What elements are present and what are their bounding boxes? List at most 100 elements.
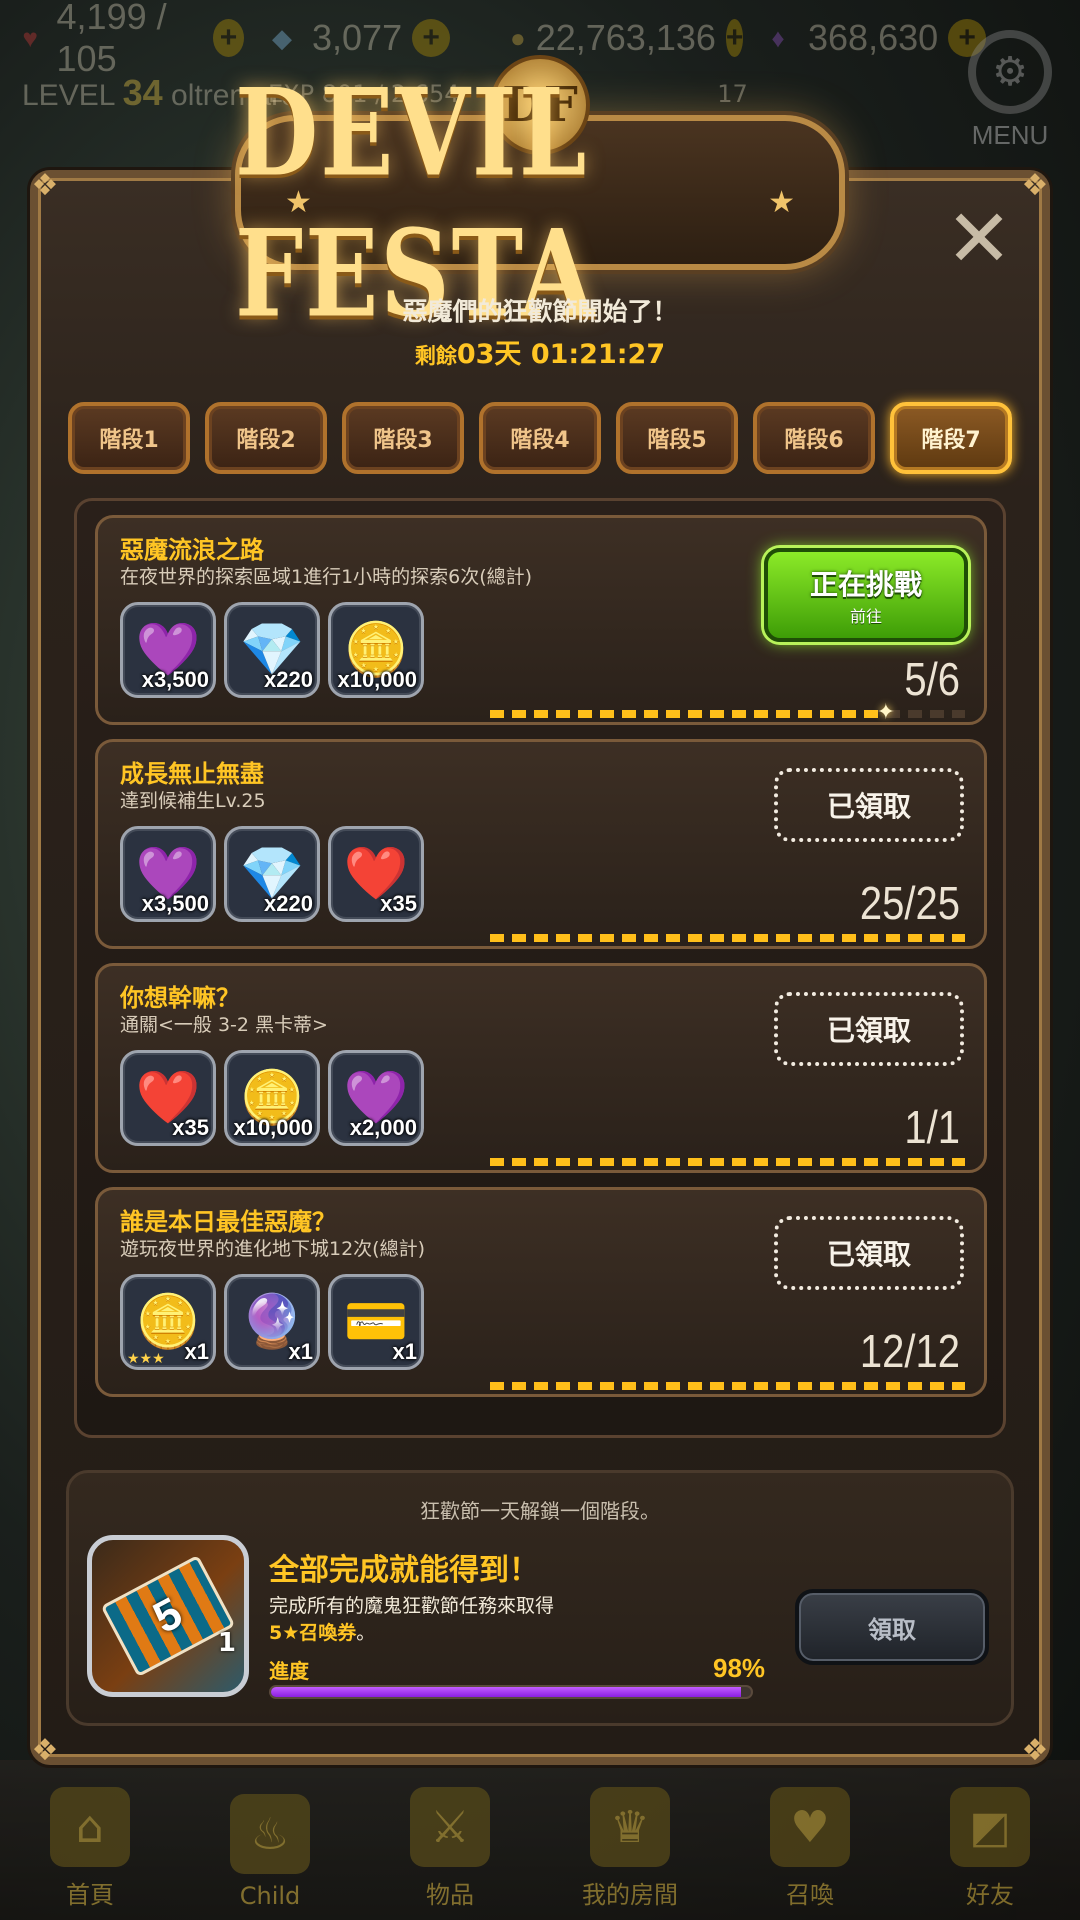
go-label: 前往 <box>849 607 882 626</box>
claim-label: 領取 <box>868 1615 916 1644</box>
stage-tab-3[interactable]: 階段3 <box>342 402 464 474</box>
gold-icon: ● <box>510 22 526 53</box>
nav-label: 我的房間 <box>582 1881 678 1909</box>
mission-card: 成長無止無盡 達到候補生Lv.25 💜 x3,500 💎 x220 ❤️ x35… <box>95 739 987 949</box>
mission-progress-count: 1/1 <box>904 1102 960 1154</box>
reward-slot[interactable]: 💎 x220 <box>224 826 320 922</box>
completion-desc-tail: 。 <box>356 1621 376 1644</box>
gold-counter[interactable]: ● 22,763,136 + <box>510 17 744 59</box>
nav-item-crown[interactable]: ♛ 我的房間 <box>540 1760 720 1920</box>
reward-slot[interactable]: 🪙 ★★★ x1 <box>120 1274 216 1370</box>
nav-label: 物品 <box>426 1881 474 1909</box>
reward-quantity: x1 <box>184 1339 209 1364</box>
heart-icon: ♥ <box>22 22 38 53</box>
nav-label: 好友 <box>966 1881 1014 1909</box>
nav-item-summon-bottle[interactable]: ♥ 召喚 <box>720 1760 900 1920</box>
add-crystal-icon[interactable]: + <box>412 19 451 57</box>
reward-slot[interactable]: 🪙 x10,000 <box>328 602 424 698</box>
completion-progress-fill <box>271 1687 742 1697</box>
flame-icon: ♨ <box>230 1794 310 1874</box>
reward-slot[interactable]: 💜 x3,500 <box>120 602 216 698</box>
completion-reward-box: 狂歡節一天解鎖一個階段。 5 1 全部完成就能得到！ 完成所有的魔鬼狂歡節任務來… <box>66 1470 1014 1726</box>
reward-quantity: x3,500 <box>141 667 209 692</box>
five-star-ticket-icon: 5 <box>100 1554 236 1678</box>
stage-tab-2[interactable]: 階段2 <box>205 402 327 474</box>
mission-description: 通關<一般 3-2 黑卡蒂> <box>120 1014 328 1036</box>
mission-progress-bar <box>490 934 965 942</box>
mission-card: 誰是本日最佳惡魔？ 遊玩夜世界的進化地下城12次(總計) 🪙 ★★★ x1 🔮 … <box>95 1187 987 1397</box>
home-icon: ⌂ <box>50 1787 130 1867</box>
reward-slot[interactable]: 🪙 x10,000 <box>224 1050 320 1146</box>
progress-percent: 98% <box>713 1653 766 1683</box>
reward-slot[interactable]: 💳 x1 <box>328 1274 424 1370</box>
claim-button[interactable]: 領取 <box>795 1589 989 1665</box>
mission-title: 你想幹嘛？ <box>120 984 240 1012</box>
reward-quantity: x1 <box>392 1339 417 1364</box>
reward-slot[interactable]: ❤️ x35 <box>120 1050 216 1146</box>
unlock-note: 狂歡節一天解鎖一個階段。 <box>420 1499 660 1523</box>
progress-fill <box>490 710 886 718</box>
mission-progress-count: 12/12 <box>859 1326 960 1378</box>
progress-spark-icon: ✦ <box>876 700 896 725</box>
stage-tab-4[interactable]: 階段4 <box>479 402 601 474</box>
completion-title: 全部完成就能得到！ <box>269 1553 539 1588</box>
crystal-counter[interactable]: ◆ 3,077 + <box>262 17 492 59</box>
stage-tab-6[interactable]: 階段6 <box>753 402 875 474</box>
mission-card: 你想幹嘛？ 通關<一般 3-2 黑卡蒂> ❤️ x35 🪙 x10,000 💜 … <box>95 963 987 1173</box>
mission-card: 惡魔流浪之路 在夜世界的探索區域1進行1小時的探索6次(總計) 💜 x3,500… <box>95 515 987 725</box>
wrench-icon: ⚙ <box>968 30 1052 114</box>
progress-fill <box>490 1382 965 1390</box>
reward-quantity: x2,000 <box>349 1115 417 1140</box>
mission-rewards: 💜 x3,500 💎 x220 🪙 x10,000 <box>120 602 424 698</box>
menu-button[interactable]: ⚙ MENU <box>960 30 1060 160</box>
progress-label: 進度 <box>269 1659 309 1683</box>
stage-tab-1[interactable]: 階段1 <box>68 402 190 474</box>
nav-item-friend-shield[interactable]: ◩ 好友 <box>900 1760 1080 1920</box>
mission-rewards: 💜 x3,500 💎 x220 ❤️ x35 <box>120 826 424 922</box>
claimed-badge: 已領取 <box>774 992 964 1066</box>
gem-counter[interactable]: ♦ 368,630 + <box>758 17 988 59</box>
mission-description: 達到候補生Lv.25 <box>120 790 266 812</box>
corner-ornament-icon: ❖ <box>31 1732 59 1768</box>
reward-slot[interactable]: 💜 x3,500 <box>120 826 216 922</box>
gold-value: 22,763,136 <box>535 17 716 58</box>
reward-slot[interactable]: 🔮 x1 <box>224 1274 320 1370</box>
summon-ticket-reward[interactable]: 5 1 <box>87 1535 249 1697</box>
mission-title: 成長無止無盡 <box>120 760 264 788</box>
reward-quantity: x35 <box>380 891 417 916</box>
completion-description: 完成所有的魔鬼狂歡節任務來取得 5★召喚券。 <box>269 1593 689 1646</box>
add-gold-icon[interactable]: + <box>725 19 744 57</box>
mission-progress-count: 5/6 <box>904 654 960 706</box>
nav-item-home[interactable]: ⌂ 首頁 <box>0 1760 180 1920</box>
rarity-stars: ★★★ <box>127 1351 165 1367</box>
stage-tab-5[interactable]: 階段5 <box>616 402 738 474</box>
stamina-counter[interactable]: ♥ 4,199 / 105 + <box>14 0 244 80</box>
mission-rewards: ❤️ x35 🪙 x10,000 💜 x2,000 <box>120 1050 424 1146</box>
gem-value: 368,630 <box>808 17 939 58</box>
nav-label: 首頁 <box>66 1881 114 1909</box>
progress-fill <box>490 1158 965 1166</box>
add-stamina-icon[interactable]: + <box>213 19 244 57</box>
stamina-value: 4,199 / 105 <box>56 0 167 79</box>
nav-item-sword-shield[interactable]: ⚔ 物品 <box>360 1760 540 1920</box>
close-icon: ✕ <box>945 192 1013 285</box>
go-challenge-button[interactable]: 正在挑戰 前往 <box>764 548 968 642</box>
reward-slot[interactable]: 💎 x220 <box>224 602 320 698</box>
event-countdown: 剩餘03天 01:21:27 <box>0 332 1080 371</box>
reward-slot[interactable]: ❤️ x35 <box>328 826 424 922</box>
devil-festa-logo: DF ★ ★ DEVIL FESTA <box>235 55 845 344</box>
mission-rewards: 🪙 ★★★ x1 🔮 x1 💳 x1 <box>120 1274 424 1370</box>
stage-tab-7[interactable]: 階段7 <box>890 402 1012 474</box>
mission-list[interactable]: 惡魔流浪之路 在夜世界的探索區域1進行1小時的探索6次(總計) 💜 x3,500… <box>74 498 1006 1438</box>
mission-title: 惡魔流浪之路 <box>120 536 264 564</box>
close-button[interactable]: ✕ <box>945 199 1013 279</box>
challenge-label: 正在挑戰 <box>809 568 922 601</box>
mission-title: 誰是本日最佳惡魔？ <box>120 1208 336 1236</box>
claimed-badge: 已領取 <box>774 768 964 842</box>
nav-item-flame[interactable]: ♨ Child <box>180 1760 360 1920</box>
reward-quantity: x1 <box>288 1339 313 1364</box>
stage-tabs: 階段1 階段2 階段3 階段4 階段5 階段6 階段7 <box>68 402 1012 474</box>
crystal-icon: ◆ <box>272 22 292 53</box>
countdown-label: 剩餘 <box>414 344 457 368</box>
reward-slot[interactable]: 💜 x2,000 <box>328 1050 424 1146</box>
